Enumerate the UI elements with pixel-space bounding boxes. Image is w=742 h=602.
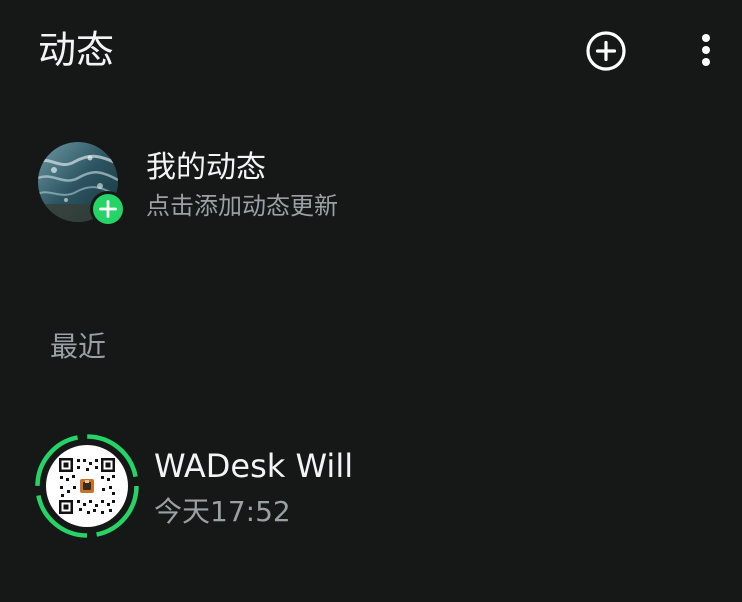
contact-name: WADesk Will <box>154 447 354 485</box>
avatar <box>34 433 140 539</box>
header: 动态 <box>0 0 742 100</box>
recent-section-label: 最近 <box>50 330 107 363</box>
status-list-item[interactable]: WADesk Will 今天17:52 <box>0 425 742 538</box>
plus-icon <box>90 191 126 227</box>
page-title: 动态 <box>38 28 115 72</box>
add-status-badge[interactable] <box>89 190 127 228</box>
my-status-subtitle: 点击添加动态更新 <box>146 192 338 220</box>
status-timestamp: 今天17:52 <box>154 495 291 528</box>
my-status-row[interactable]: 我的动态 点击添加动态更新 <box>0 130 742 230</box>
my-status-title: 我的动态 <box>146 150 266 185</box>
menu-button[interactable] <box>690 30 722 72</box>
plus-circle-icon <box>586 31 626 71</box>
qr-code-image <box>35 434 139 538</box>
more-vertical-icon <box>702 34 710 66</box>
add-status-button[interactable] <box>585 30 627 72</box>
